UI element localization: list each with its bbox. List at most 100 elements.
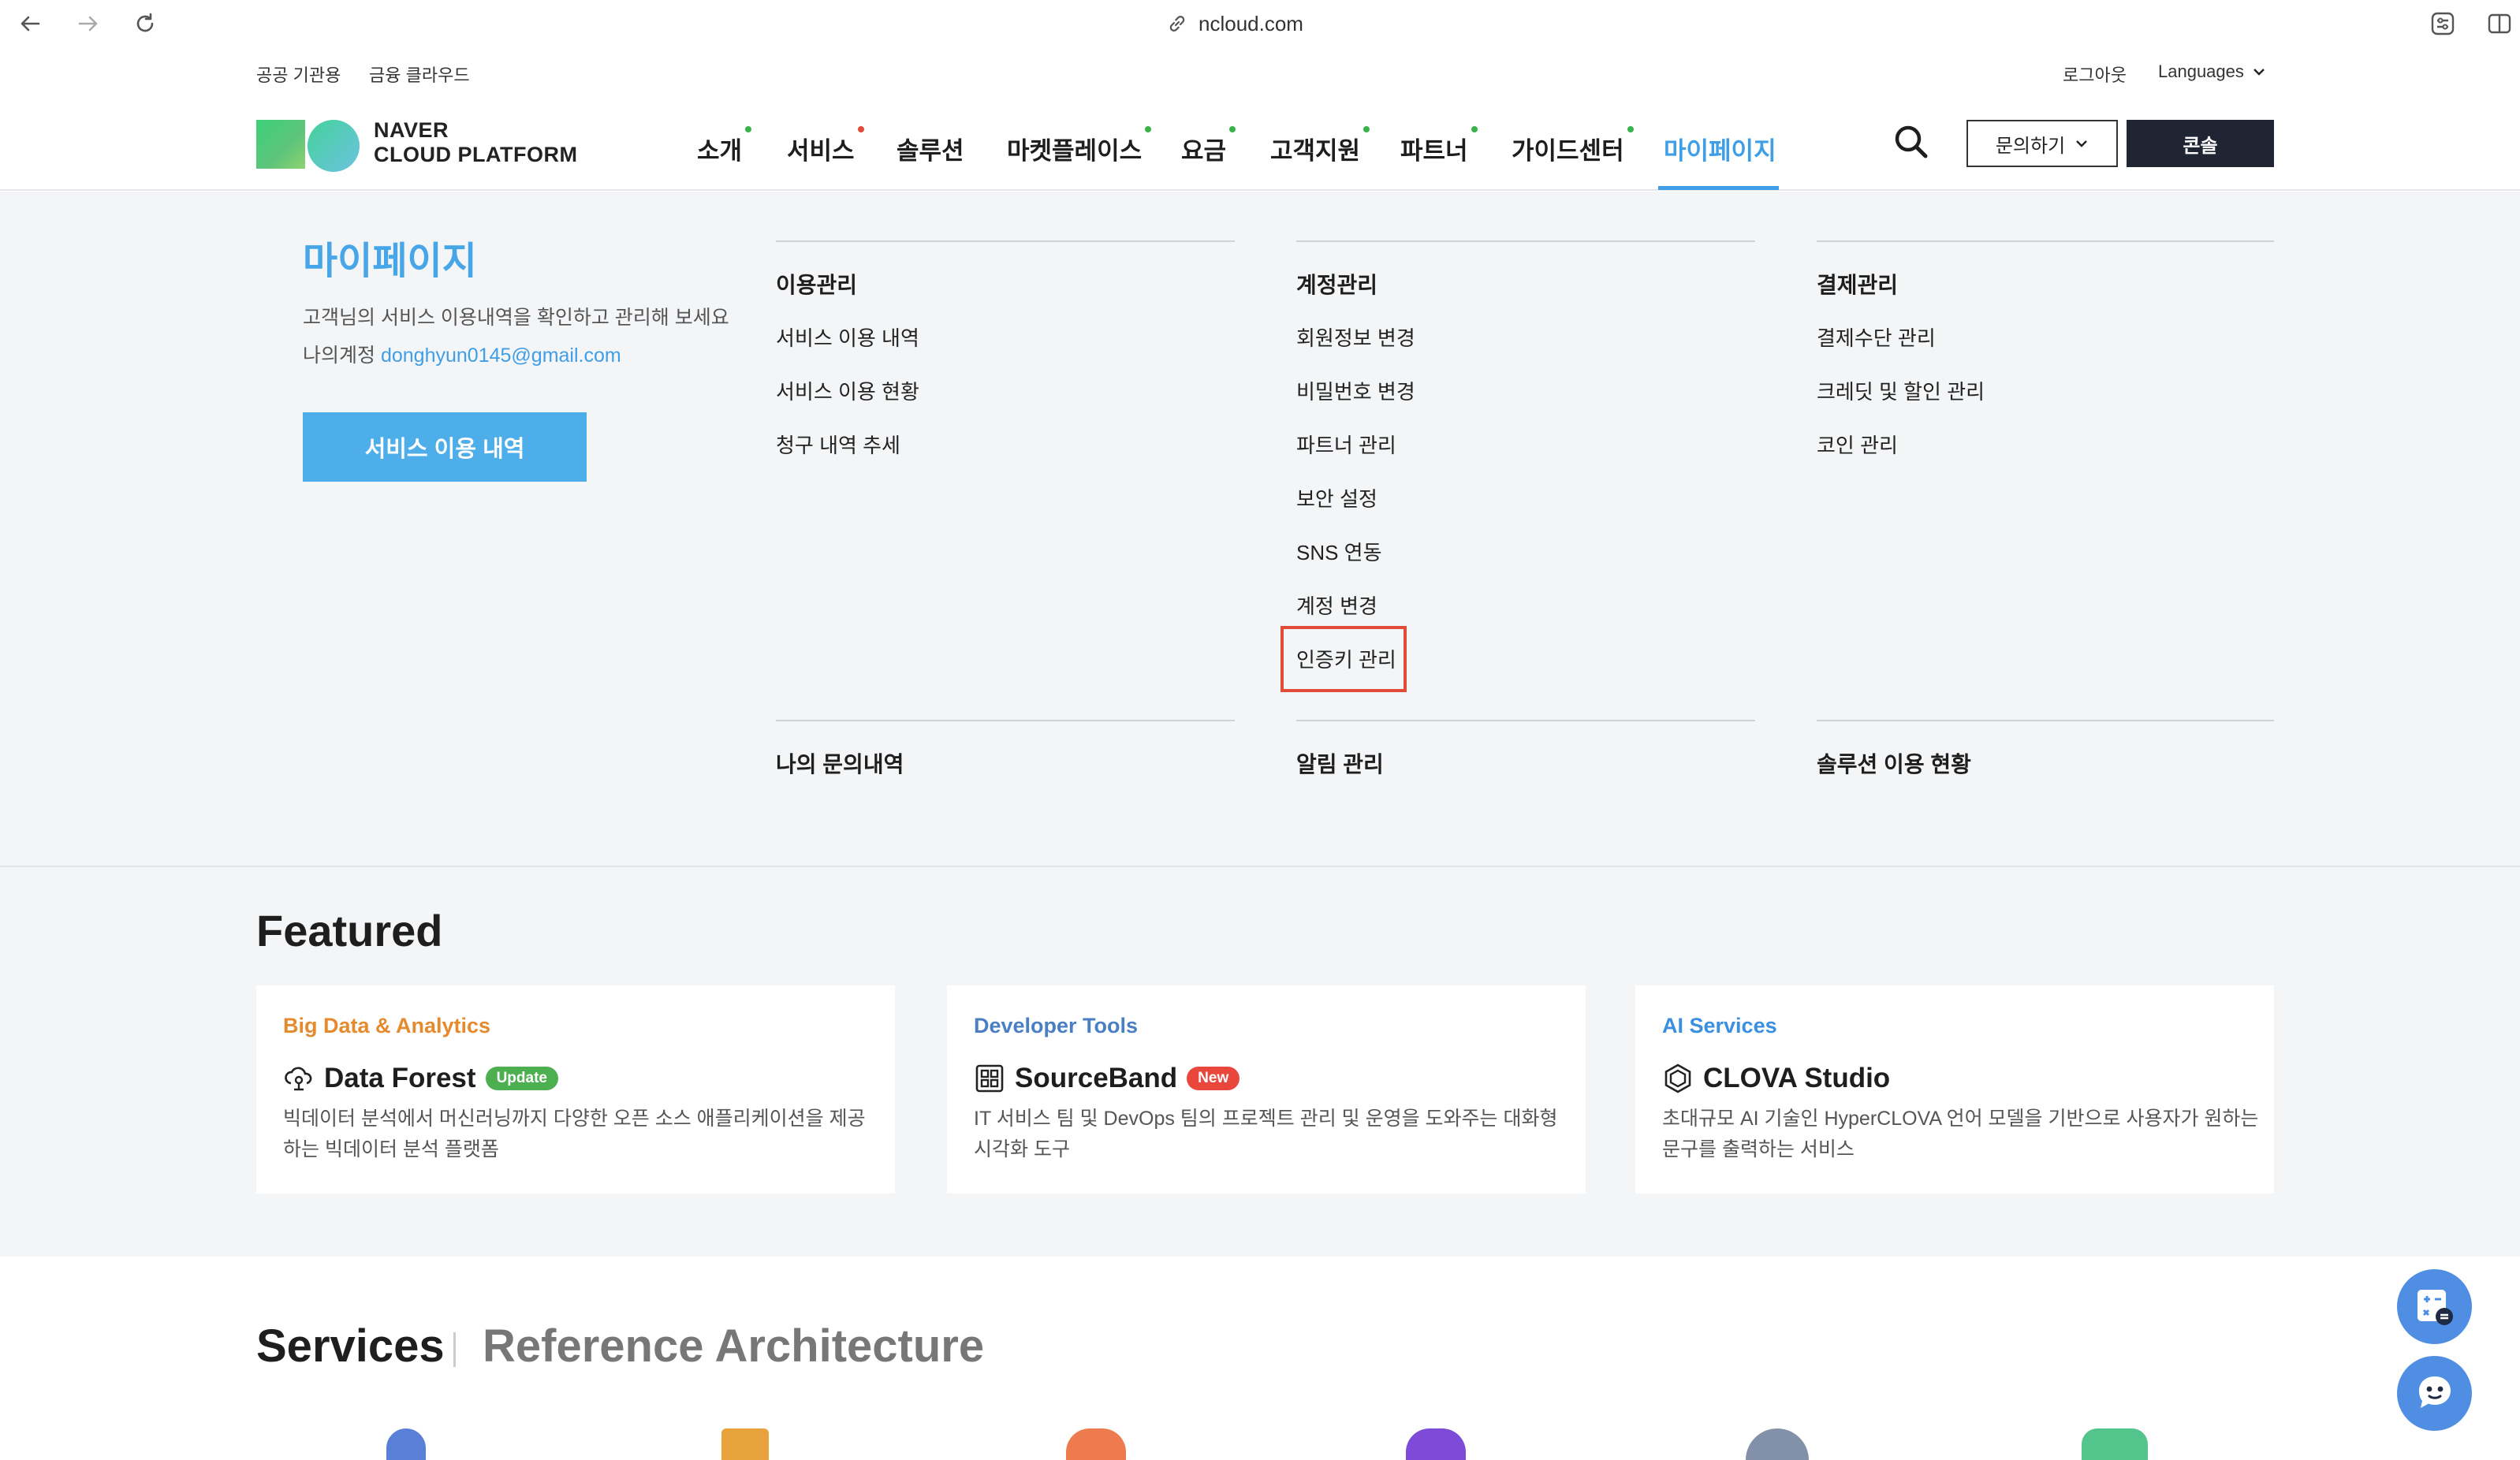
- tab-services[interactable]: Services: [256, 1320, 445, 1372]
- services-section: Services Reference Architecture: [0, 1257, 2520, 1460]
- column-divider: [776, 240, 1235, 242]
- browser-toolbar: ncloud.com: [0, 0, 2520, 47]
- sidebar-icon[interactable]: [2482, 6, 2517, 41]
- menu-item-billing-trend[interactable]: 청구 내역 추세: [776, 430, 900, 459]
- menu-item-account-switch[interactable]: 계정 변경: [1296, 590, 1377, 620]
- new-badge: New: [1187, 1067, 1240, 1090]
- inquiry-button[interactable]: 문의하기: [1966, 120, 2118, 167]
- menu-item-security-settings[interactable]: 보안 설정: [1296, 483, 1377, 512]
- reload-icon[interactable]: [128, 6, 162, 41]
- mypage-account: 나의계정 donghyun0145@gmail.com: [303, 340, 621, 368]
- tab-reference-architecture[interactable]: Reference Architecture: [483, 1320, 984, 1372]
- account-email[interactable]: donghyun0145@gmail.com: [381, 345, 621, 367]
- chevron-down-icon: [2076, 140, 2088, 147]
- featured-card-data-forest[interactable]: Big Data & Analytics Data Forest Update …: [256, 985, 895, 1194]
- card-name: SourceBand New: [974, 1063, 1240, 1094]
- pricing-calculator-button[interactable]: [2397, 1269, 2472, 1344]
- service-category-icon: [1746, 1428, 1809, 1460]
- heading-usage-management[interactable]: 이용관리: [776, 268, 857, 300]
- menu-marketplace[interactable]: 마켓플레이스: [1007, 126, 1152, 166]
- languages-label: Languages: [2158, 61, 2244, 81]
- mypage-mega-menu: 마이페이지 고객님의 서비스 이용내역을 확인하고 관리해 보세요 나의계정 d…: [0, 192, 2520, 867]
- hexagon-icon: [1664, 1063, 1691, 1093]
- featured-title: Featured: [256, 906, 443, 955]
- card-category: AI Services: [1662, 1014, 1777, 1037]
- link-my-inquiries[interactable]: 나의 문의내역: [776, 747, 904, 779]
- tab-separator: [453, 1332, 456, 1367]
- chatbot-icon: [2418, 1376, 2451, 1408]
- menu-item-coin-management[interactable]: 코인 관리: [1817, 430, 1898, 459]
- card-description: IT 서비스 팀 및 DevOps 팀의 프로젝트 관리 및 운영을 도와주는 …: [974, 1108, 1558, 1160]
- column-divider: [1817, 240, 2274, 242]
- menu-item-service-usage-status[interactable]: 서비스 이용 현황: [776, 376, 919, 405]
- back-arrow-icon[interactable]: [13, 6, 47, 41]
- menu-support[interactable]: 고객지원: [1270, 126, 1370, 166]
- inquiry-label: 문의하기: [1995, 135, 2066, 157]
- update-badge: Update: [485, 1067, 558, 1090]
- featured-card-clova-studio[interactable]: AI Services CLOVA Studio 초대규모 AI 기술인 Hyp…: [1635, 985, 2274, 1194]
- board-icon: [975, 1064, 1004, 1093]
- mypage-description: 고객님의 서비스 이용내역을 확인하고 관리해 보세요: [303, 307, 729, 329]
- menu-item-credit-discount[interactable]: 크레딧 및 할인 관리: [1817, 376, 1985, 405]
- service-category-icon: [386, 1428, 426, 1460]
- menu-item-service-usage-history[interactable]: 서비스 이용 내역: [776, 322, 919, 352]
- menu-pricing[interactable]: 요금: [1181, 126, 1236, 166]
- service-category-icon: [721, 1428, 769, 1460]
- extension-icon[interactable]: [2425, 6, 2460, 41]
- card-name: Data Forest Update: [283, 1063, 558, 1094]
- link-icon: [1169, 16, 1185, 32]
- column-divider: [1296, 240, 1755, 242]
- service-usage-button[interactable]: 서비스 이용 내역: [303, 412, 587, 482]
- logo-square-mark: [256, 120, 305, 169]
- menu-solutions[interactable]: 솔루션: [897, 131, 964, 166]
- menu-item-member-info[interactable]: 회원정보 변경: [1296, 322, 1415, 352]
- service-category-icon: [1406, 1428, 1466, 1460]
- calculator-icon: [2417, 1289, 2453, 1325]
- forward-arrow-icon[interactable]: [71, 6, 106, 41]
- card-description: 빅데이터 분석에서 머신러닝까지 다양한 오픈 소스 애플리케이션을 제공하는 …: [283, 1108, 866, 1160]
- heading-payment-management[interactable]: 결제관리: [1817, 268, 1898, 300]
- service-category-icon: [1066, 1428, 1126, 1460]
- card-description: 초대규모 AI 기술인 HyperCLOVA 언어 모델을 기반으로 사용자가 …: [1662, 1108, 2259, 1160]
- featured-card-sourceband[interactable]: Developer Tools SourceBand New IT 서비스 팀 …: [947, 985, 1586, 1194]
- link-solution-usage[interactable]: 솔루션 이용 현황: [1817, 747, 1971, 779]
- link-notification-management[interactable]: 알림 관리: [1296, 747, 1384, 779]
- card-category: Developer Tools: [974, 1014, 1139, 1037]
- service-category-icon: [2082, 1428, 2148, 1460]
- menu-item-payment-method[interactable]: 결제수단 관리: [1817, 322, 1936, 352]
- url-text: ncloud.com: [1198, 11, 1303, 35]
- search-icon[interactable]: [1892, 123, 1930, 165]
- chatbot-button[interactable]: [2397, 1356, 2472, 1431]
- menu-intro[interactable]: 소개: [697, 126, 752, 166]
- logo-text: NAVER CLOUD PLATFORM: [374, 118, 578, 166]
- public-sector-link[interactable]: 공공 기관용: [256, 61, 341, 87]
- main-header: NAVER CLOUD PLATFORM 소개 서비스 솔루션 마켓플레이스 요…: [0, 96, 2520, 191]
- active-menu-underline: [1658, 186, 1779, 190]
- menu-item-password-change[interactable]: 비밀번호 변경: [1296, 376, 1415, 405]
- menu-item-sns-link[interactable]: SNS 연동: [1296, 537, 1382, 566]
- heading-account-management[interactable]: 계정관리: [1296, 268, 1377, 300]
- finance-cloud-link[interactable]: 금융 클라우드: [369, 61, 470, 87]
- row-divider: [1817, 720, 2274, 721]
- utility-bar: 공공 기관용 금융 클라우드 로그아웃 Languages: [0, 47, 2520, 96]
- menu-partner[interactable]: 파트너: [1400, 126, 1478, 166]
- languages-dropdown[interactable]: Languages: [2158, 61, 2266, 82]
- menu-mypage[interactable]: 마이페이지: [1664, 131, 1776, 166]
- highlight-box: [1281, 626, 1407, 692]
- menu-guide-center[interactable]: 가이드센터: [1512, 126, 1634, 166]
- card-category: Big Data & Analytics: [283, 1014, 491, 1037]
- chevron-down-icon: [2253, 69, 2265, 76]
- logo-circle-mark: [308, 120, 360, 172]
- logout-link[interactable]: 로그아웃: [2063, 61, 2127, 87]
- menu-item-partner-management[interactable]: 파트너 관리: [1296, 430, 1396, 459]
- row-divider: [1296, 720, 1755, 721]
- account-label: 나의계정: [303, 345, 376, 367]
- console-button[interactable]: 콘솔: [2127, 120, 2274, 167]
- card-name: CLOVA Studio: [1662, 1063, 1890, 1094]
- mypage-title: 마이페이지: [303, 240, 477, 282]
- featured-section: Featured Big Data & Analytics Data Fores…: [0, 867, 2520, 1257]
- address-bar[interactable]: ncloud.com: [1167, 8, 1303, 39]
- menu-services[interactable]: 서비스: [787, 126, 864, 166]
- row-divider: [776, 720, 1235, 721]
- cloud-data-icon: [285, 1067, 312, 1091]
